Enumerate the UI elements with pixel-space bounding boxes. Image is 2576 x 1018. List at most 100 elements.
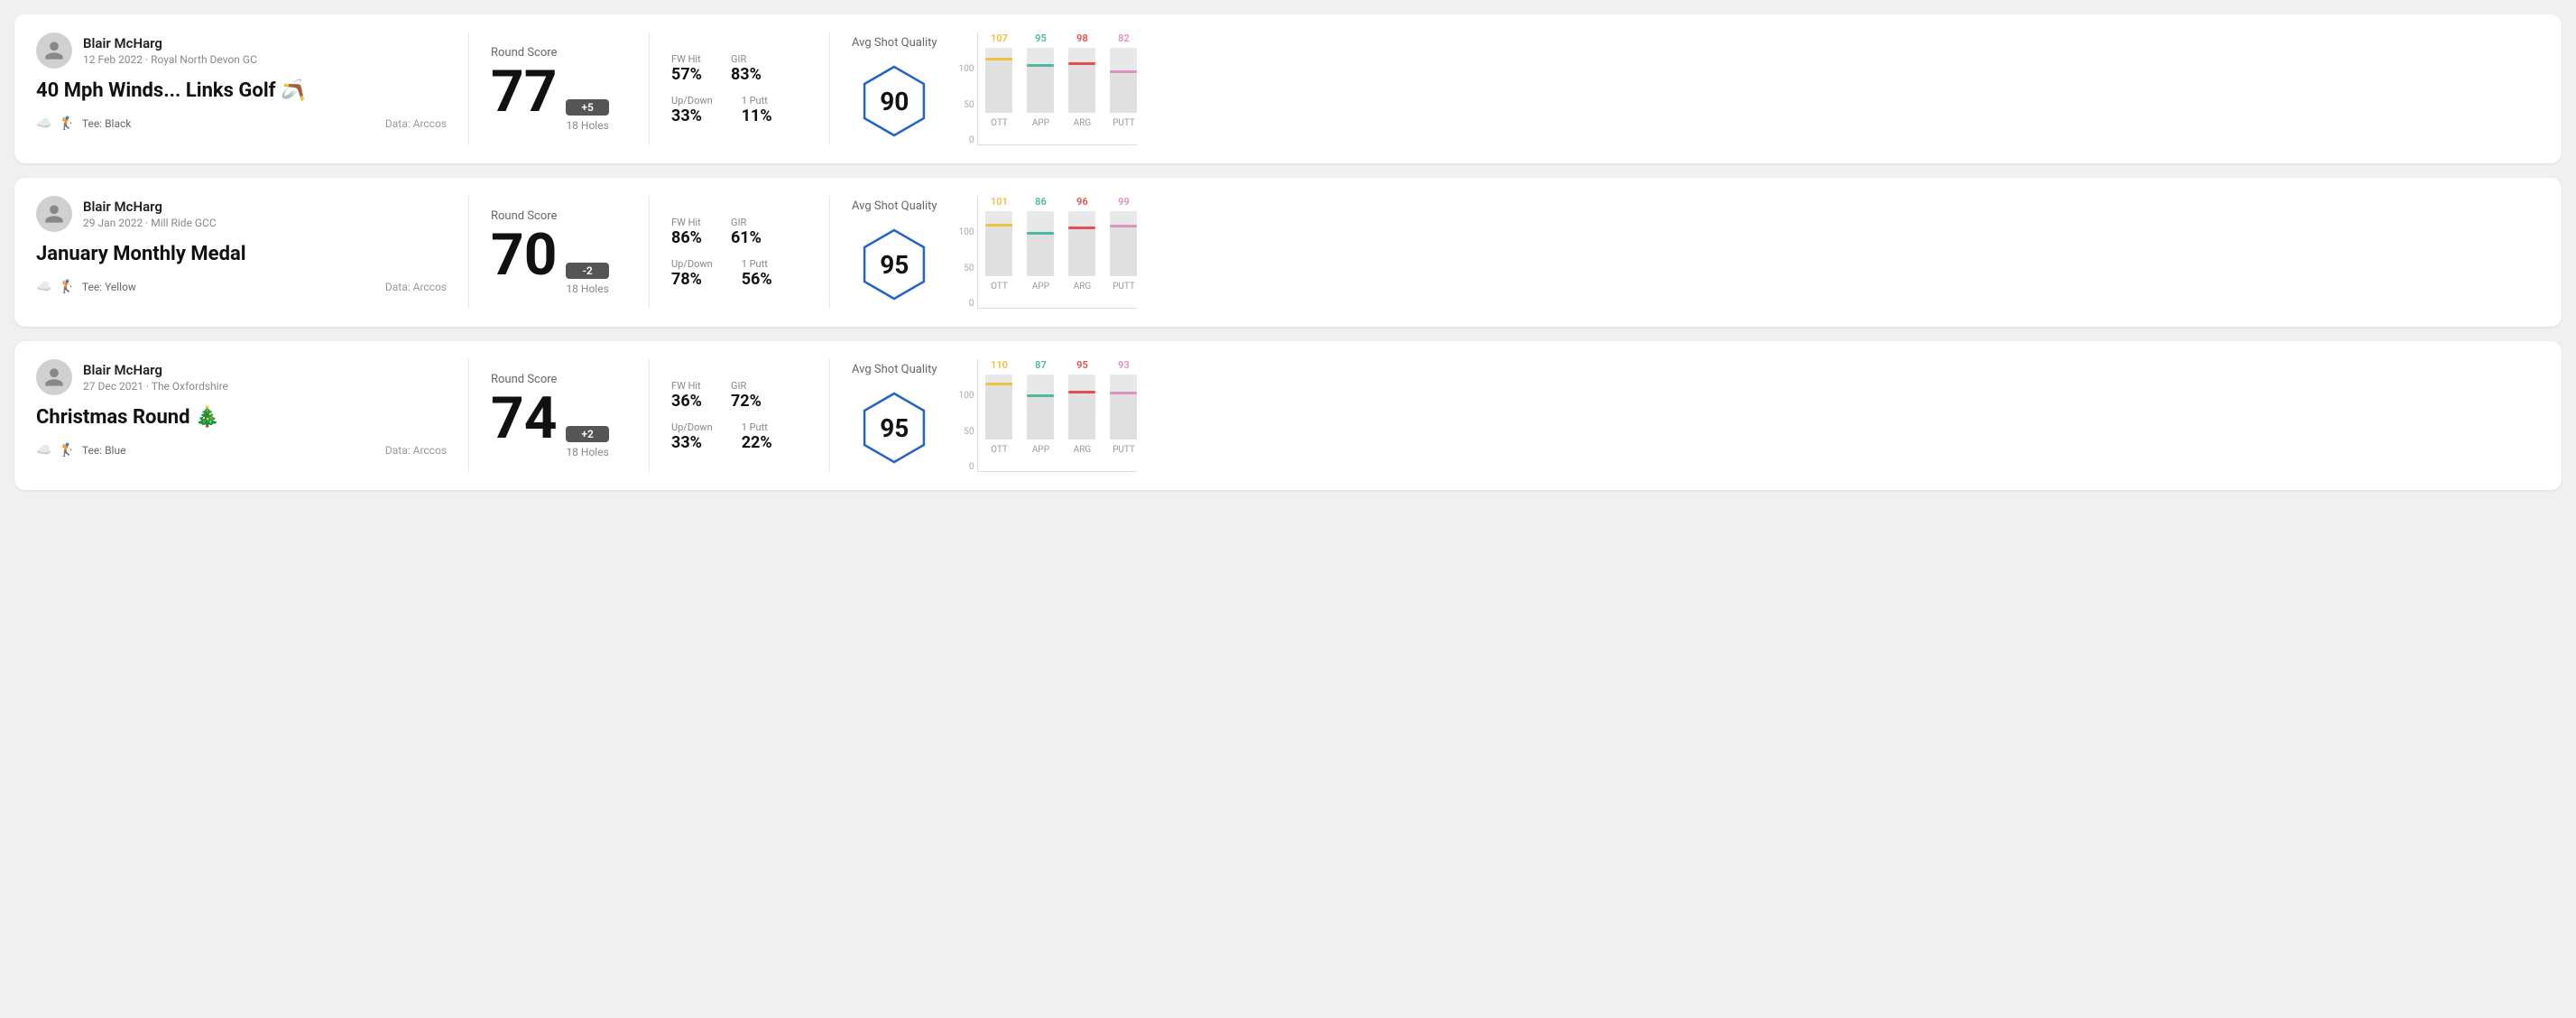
stats-row-top-1: FW Hit 57% GIR 83% — [671, 53, 808, 84]
fw-hit-stat-1: FW Hit 57% — [671, 53, 702, 84]
tee-info-3: ☁️ 🏌️ Tee: Blue — [36, 443, 125, 458]
quality-left-3: Avg Shot Quality 95 — [852, 363, 937, 468]
bar-line-app — [1027, 394, 1054, 397]
score-diff-badge-1: +5 — [566, 99, 608, 116]
bag-icon: 🏌️ — [59, 116, 74, 131]
score-number-1: 77 — [491, 63, 557, 121]
chart-col-putt: 82 PUTT — [1110, 32, 1137, 128]
score-row-3: 74 +2 18 Holes — [491, 390, 627, 458]
bar-chart: 100 50 0 107 OTT 95 — [959, 32, 2518, 145]
up-down-label: Up/Down — [671, 258, 713, 270]
player-meta-3: 27 Dec 2021 · The Oxfordshire — [83, 380, 228, 393]
bar-line-putt — [1110, 392, 1137, 394]
chart-col-ott: 107 OTT — [985, 32, 1012, 128]
score-number-2: 70 — [491, 227, 557, 284]
score-diff-badge-3: +2 — [566, 426, 608, 442]
round-footer-3: ☁️ 🏌️ Tee: Blue Data: Arccos — [36, 443, 447, 458]
bar-line-app — [1027, 232, 1054, 235]
quality-left-1: Avg Shot Quality 90 — [852, 36, 937, 142]
score-diff-badge-2: -2 — [566, 263, 608, 279]
score-number-3: 74 — [491, 390, 557, 448]
stats-section-2: FW Hit 86% GIR 61% Up/Down 78% 1 Putt 56… — [650, 196, 830, 309]
up-down-stat-1: Up/Down 33% — [671, 95, 713, 125]
chart-col-arg: 95 ARG — [1068, 359, 1095, 455]
up-down-label: Up/Down — [671, 95, 713, 106]
chart-col-arg: 96 ARG — [1068, 196, 1095, 292]
chart-val-putt: 82 — [1118, 32, 1130, 44]
quality-section-2: Avg Shot Quality 95 100 50 0 101 — [830, 196, 2540, 309]
one-putt-label: 1 Putt — [742, 421, 772, 433]
bar-line-arg — [1068, 391, 1095, 393]
chart-col-app: 87 APP — [1027, 359, 1054, 455]
gir-label: GIR — [731, 380, 762, 392]
bar-bg-arg — [1068, 211, 1095, 276]
bar-bg-arg — [1068, 375, 1095, 440]
chart-val-arg: 98 — [1076, 32, 1088, 44]
tee-label-3: Tee: Blue — [82, 444, 126, 457]
bar-bg-app — [1027, 211, 1054, 276]
hexagon-2: 95 — [854, 224, 935, 305]
player-name-3: Blair McHarg — [83, 362, 228, 378]
chart-val-arg: 96 — [1076, 196, 1088, 208]
left-section-1: Blair McHarg 12 Feb 2022 · Royal North D… — [36, 32, 469, 145]
fw-hit-label: FW Hit — [671, 217, 702, 228]
person-icon — [43, 366, 65, 388]
chart-col-putt: 99 PUTT — [1110, 196, 1137, 292]
chart-val-putt: 93 — [1118, 359, 1130, 371]
stats-row-bot-3: Up/Down 33% 1 Putt 22% — [671, 421, 808, 452]
stats-section-1: FW Hit 57% GIR 83% Up/Down 33% 1 Putt 11… — [650, 32, 830, 145]
player-name-2: Blair McHarg — [83, 199, 217, 215]
bar-bg-ott — [985, 211, 1012, 276]
round-footer-2: ☁️ 🏌️ Tee: Yellow Data: Arccos — [36, 280, 447, 294]
hex-score-3: 95 — [880, 413, 909, 443]
bar-line-ott — [985, 58, 1012, 60]
bar-fill-app — [1027, 394, 1054, 440]
bar-line-arg — [1068, 62, 1095, 65]
stats-row-bot-2: Up/Down 78% 1 Putt 56% — [671, 258, 808, 289]
data-source-2: Data: Arccos — [385, 281, 447, 293]
bar-bg-app — [1027, 375, 1054, 440]
weather-icon: ☁️ — [36, 443, 51, 458]
fw-hit-stat-3: FW Hit 36% — [671, 380, 702, 411]
bar-line-ott — [985, 224, 1012, 227]
score-row-1: 77 +5 18 Holes — [491, 63, 627, 132]
score-section-3: Round Score 74 +2 18 Holes — [469, 359, 650, 472]
round-card-3: Blair McHarg 27 Dec 2021 · The Oxfordshi… — [14, 341, 2562, 490]
bar-chart: 100 50 0 101 OTT 86 — [959, 196, 2518, 309]
data-source-3: Data: Arccos — [385, 444, 447, 457]
gir-label: GIR — [731, 217, 762, 228]
score-holes-3: 18 Holes — [566, 446, 608, 458]
chart-label-app: APP — [1032, 118, 1049, 128]
chart-label-ott: OTT — [991, 282, 1008, 292]
avatar-3 — [36, 359, 72, 395]
chart-label-app: APP — [1032, 445, 1049, 455]
chart-col-app: 95 APP — [1027, 32, 1054, 128]
score-section-2: Round Score 70 -2 18 Holes — [469, 196, 650, 309]
left-section-3: Blair McHarg 27 Dec 2021 · The Oxfordshi… — [36, 359, 469, 472]
bar-fill-app — [1027, 64, 1054, 113]
fw-hit-label: FW Hit — [671, 380, 702, 392]
gir-value-2: 61% — [731, 228, 762, 247]
fw-hit-value-1: 57% — [671, 65, 702, 84]
bar-bg-app — [1027, 48, 1054, 113]
quality-section-1: Avg Shot Quality 90 100 50 0 107 — [830, 32, 2540, 145]
score-badge-col-2: -2 18 Holes — [566, 263, 608, 295]
bar-fill-arg — [1068, 62, 1095, 113]
one-putt-label: 1 Putt — [742, 95, 772, 106]
player-info-2: Blair McHarg 29 Jan 2022 · Mill Ride GCC — [36, 196, 447, 232]
person-icon — [43, 40, 65, 61]
bar-fill-putt — [1110, 392, 1137, 440]
stats-row-top-2: FW Hit 86% GIR 61% — [671, 217, 808, 247]
round-footer-1: ☁️ 🏌️ Tee: Black Data: Arccos — [36, 116, 447, 131]
quality-left-2: Avg Shot Quality 95 — [852, 199, 937, 305]
chart-label-app: APP — [1032, 282, 1049, 292]
avatar-1 — [36, 32, 72, 69]
chart-label-putt: PUTT — [1113, 282, 1135, 292]
chart-col-ott: 101 OTT — [985, 196, 1012, 292]
gir-label: GIR — [731, 53, 762, 65]
chart-label-arg: ARG — [1074, 118, 1092, 128]
bar-fill-arg — [1068, 391, 1095, 440]
gir-stat-3: GIR 72% — [731, 380, 762, 411]
y-axis: 100 50 0 — [959, 227, 974, 309]
score-badge-col-3: +2 18 Holes — [566, 426, 608, 458]
